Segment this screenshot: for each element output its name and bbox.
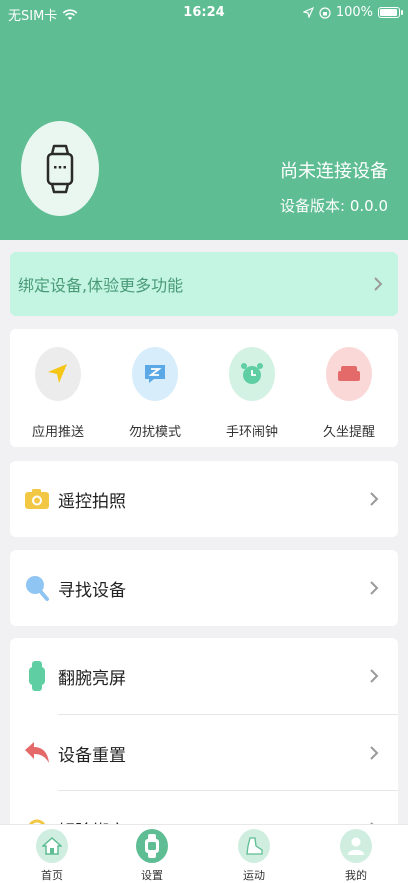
- tab-settings[interactable]: 设置: [122, 829, 182, 883]
- bind-banner-text: 绑定设备,体验更多功能: [18, 276, 184, 295]
- tab-mine[interactable]: 我的: [326, 829, 386, 883]
- feature-app-push[interactable]: 应用推送: [18, 347, 98, 440]
- menu-remote-camera[interactable]: 遥控拍照: [10, 461, 398, 537]
- tab-label: 首页: [41, 869, 63, 882]
- tab-label: 运动: [243, 869, 265, 882]
- connection-status: 尚未连接设备: [280, 161, 388, 182]
- chevron-right-icon: [362, 487, 386, 511]
- battery-percent: 100%: [335, 5, 373, 20]
- menu-label: 寻找设备: [58, 580, 126, 601]
- location-icon: [302, 7, 314, 18]
- header-panel: 无SIM卡 16:24 100% 尚未连接设备 设备版本: 0.0.0: [0, 0, 408, 240]
- do-not-disturb-icon: [132, 347, 178, 401]
- feature-label: 手环闹钟: [225, 425, 278, 440]
- band-icon: [24, 661, 50, 691]
- feature-do-not-disturb[interactable]: 勿扰模式: [115, 347, 195, 440]
- smartwatch-icon: [46, 144, 74, 193]
- menu-wrist-wake[interactable]: 翻腕亮屏: [10, 638, 398, 714]
- device-settings-card: 翻腕亮屏 设备重置 解除绑定: [10, 638, 398, 842]
- tab-label: 我的: [345, 869, 367, 882]
- orientation-lock-icon: [319, 6, 331, 19]
- magnifier-icon: [24, 575, 50, 601]
- send-arrow-icon: [35, 347, 81, 401]
- feature-label: 应用推送: [31, 425, 84, 440]
- chevron-right-icon: [366, 272, 390, 296]
- reset-arrow-icon: [24, 740, 50, 766]
- tab-sports[interactable]: 运动: [224, 829, 284, 883]
- bind-device-banner[interactable]: 绑定设备,体验更多功能: [10, 252, 398, 316]
- tab-bar: 首页 设置 运动 我的: [0, 824, 408, 883]
- menu-label: 设备重置: [58, 745, 126, 766]
- chevron-right-icon: [362, 664, 386, 688]
- tab-home[interactable]: 首页: [22, 829, 82, 883]
- chevron-right-icon: [362, 576, 386, 600]
- battery-icon: [378, 7, 403, 18]
- feature-grid: 应用推送 勿扰模式 手环闹钟 久坐提醒: [10, 329, 398, 447]
- find-device-card: 寻找设备: [10, 550, 398, 626]
- menu-find-device[interactable]: 寻找设备: [10, 550, 398, 626]
- menu-label: 翻腕亮屏: [58, 668, 126, 689]
- feature-alarm[interactable]: 手环闹钟: [212, 347, 292, 440]
- device-avatar: [21, 121, 99, 216]
- home-icon: [36, 829, 68, 863]
- feature-sedentary-reminder[interactable]: 久坐提醒: [309, 347, 389, 440]
- user-icon: [340, 829, 372, 863]
- shoe-icon: [238, 829, 270, 863]
- sofa-icon: [326, 347, 372, 401]
- device-version: 设备版本: 0.0.0: [280, 197, 388, 215]
- chevron-right-icon: [362, 741, 386, 765]
- feature-label: 久坐提醒: [322, 425, 375, 440]
- camera-card: 遥控拍照: [10, 461, 398, 537]
- status-bar: 无SIM卡 16:24 100%: [0, 0, 408, 28]
- menu-label: 遥控拍照: [58, 491, 126, 512]
- camera-icon: [24, 486, 50, 512]
- tab-label: 设置: [141, 869, 163, 882]
- feature-label: 勿扰模式: [128, 425, 181, 440]
- alarm-clock-icon: [229, 347, 275, 401]
- watch-icon: [136, 829, 168, 863]
- menu-device-reset[interactable]: 设备重置: [10, 715, 398, 791]
